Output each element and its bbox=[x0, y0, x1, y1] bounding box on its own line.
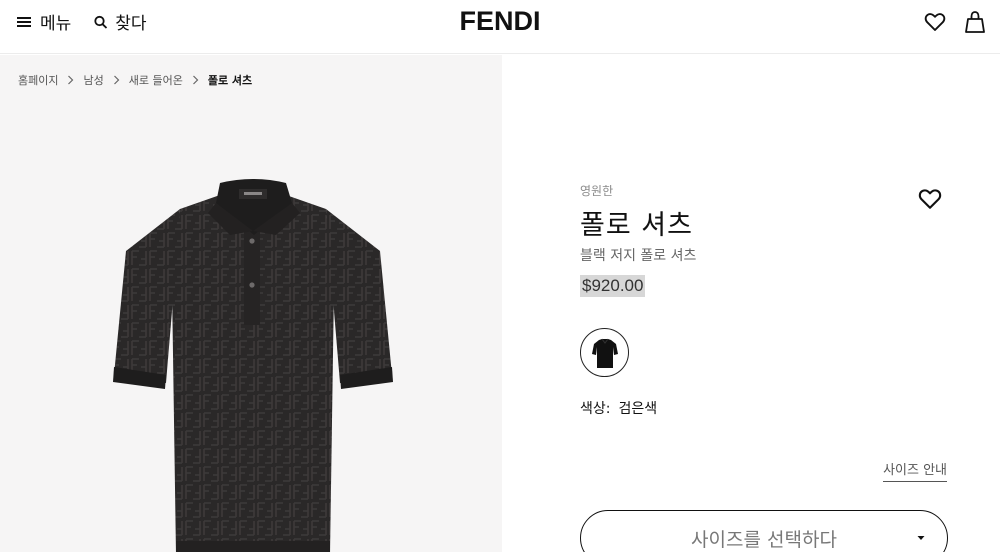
brand-logo[interactable]: FENDI bbox=[0, 6, 1000, 37]
bag-button[interactable] bbox=[964, 10, 986, 38]
heart-icon bbox=[924, 13, 946, 31]
breadcrumb-current: 폴로 셔츠 bbox=[207, 74, 253, 87]
product-price: $920.00 bbox=[580, 275, 646, 297]
wishlist-button[interactable] bbox=[924, 12, 946, 36]
size-select-dropdown[interactable]: 사이즈를 선택하다 bbox=[580, 510, 948, 552]
add-to-wishlist-button[interactable] bbox=[918, 188, 942, 214]
product-info: 영원한 폴로 셔츠 블랙 저지 폴로 셔츠 $920.00 bbox=[580, 182, 950, 297]
header-right bbox=[924, 10, 986, 38]
shopping-bag-icon bbox=[965, 11, 985, 33]
selected-color: 색상: 검은색 bbox=[580, 398, 657, 418]
site-header: 메뉴 찾다 FENDI bbox=[0, 0, 1000, 54]
chevron-right-icon bbox=[67, 75, 74, 85]
caret-down-icon bbox=[917, 536, 925, 540]
product-subtitle: 블랙 저지 폴로 셔츠 bbox=[580, 248, 697, 264]
size-select-label: 사이즈를 선택하다 bbox=[691, 529, 837, 551]
shirt-thumbnail-icon bbox=[591, 338, 618, 368]
heart-icon bbox=[918, 189, 942, 209]
size-guide-link[interactable]: 사이즈 안내 bbox=[883, 459, 947, 482]
chevron-right-icon bbox=[192, 75, 199, 85]
color-value: 검은색 bbox=[618, 401, 658, 417]
product-image-panel: 홈페이지 남성 새로 들어온 폴로 셔츠 bbox=[0, 55, 502, 552]
product-collection: 영원한 bbox=[580, 184, 614, 198]
breadcrumb-new-arrivals[interactable]: 새로 들어온 bbox=[129, 72, 183, 88]
color-label: 색상: bbox=[580, 401, 611, 417]
product-title: 폴로 셔츠 bbox=[580, 210, 693, 241]
breadcrumb-home[interactable]: 홈페이지 bbox=[18, 72, 58, 88]
product-image[interactable] bbox=[112, 177, 394, 552]
breadcrumb: 홈페이지 남성 새로 들어온 폴로 셔츠 bbox=[18, 72, 252, 88]
chevron-right-icon bbox=[113, 75, 120, 85]
color-swatch-black[interactable] bbox=[580, 328, 629, 377]
breadcrumb-men[interactable]: 남성 bbox=[83, 72, 103, 88]
